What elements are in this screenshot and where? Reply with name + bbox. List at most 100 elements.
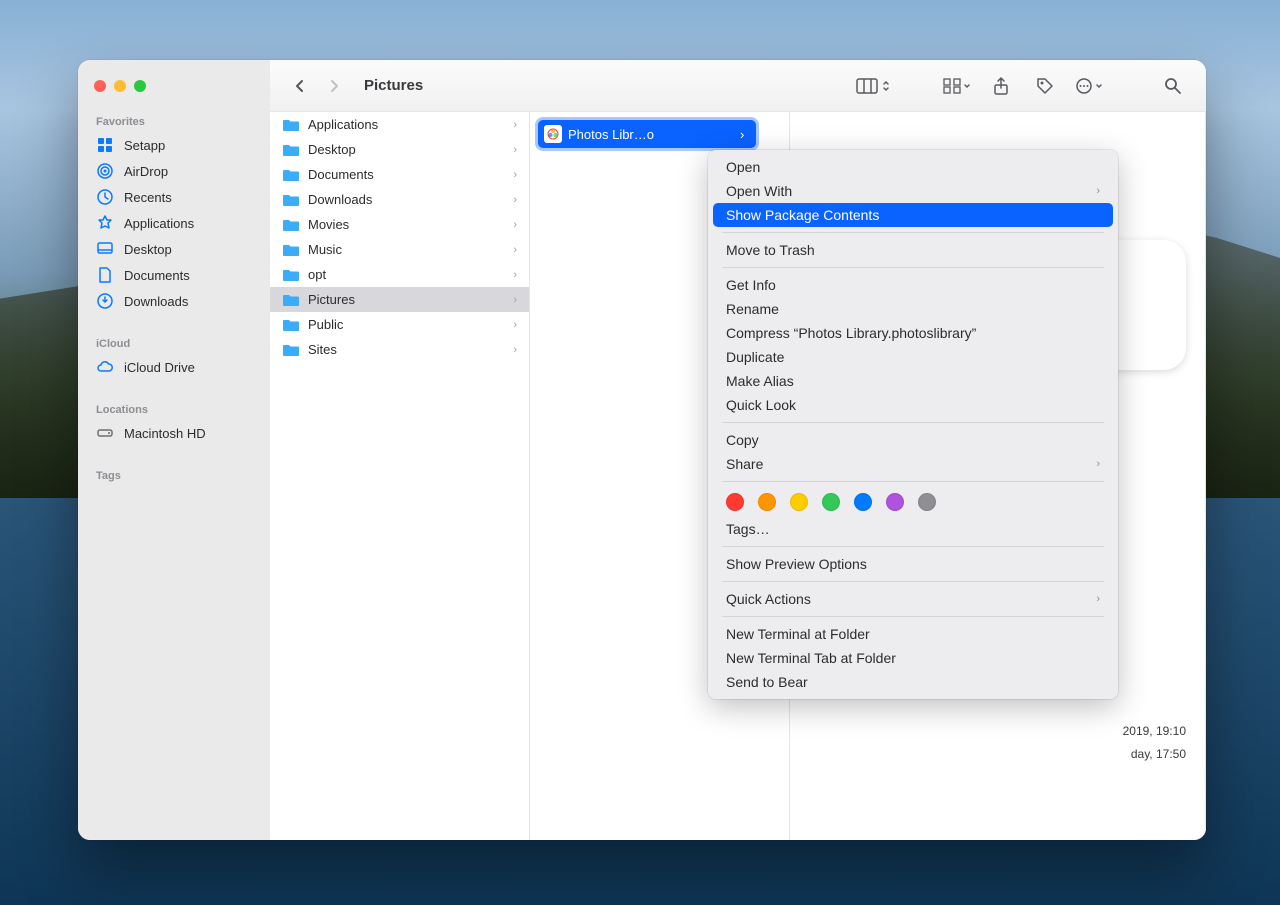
window-title: Pictures	[364, 77, 423, 94]
menu-duplicate[interactable]: Duplicate	[708, 345, 1118, 369]
sidebar-item-recents[interactable]: Recents	[78, 184, 270, 210]
sidebar-item-macintosh-hd[interactable]: Macintosh HD	[78, 420, 270, 446]
chevron-right-icon: ›	[1096, 185, 1100, 197]
tag-button[interactable]	[1028, 72, 1062, 100]
sidebar-item-label: AirDrop	[124, 164, 168, 179]
menu-quick-actions[interactable]: Quick Actions›	[708, 587, 1118, 611]
minimize-button[interactable]	[114, 80, 126, 92]
chevron-right-icon: ›	[513, 144, 517, 156]
group-button[interactable]	[940, 72, 974, 100]
sidebar-item-label: Recents	[124, 190, 172, 205]
menu-new-terminal-tab[interactable]: New Terminal Tab at Folder	[708, 646, 1118, 670]
tag-blue[interactable]	[854, 493, 872, 511]
sidebar-section-locations: Locations	[78, 400, 270, 420]
sidebar-section-favorites: Favorites	[78, 112, 270, 132]
folder-label: Desktop	[308, 142, 356, 157]
cloud-icon	[96, 358, 114, 376]
menu-separator	[722, 481, 1104, 482]
context-menu: Open Open With› Show Package Contents Mo…	[708, 150, 1118, 699]
sidebar-item-documents[interactable]: Documents	[78, 262, 270, 288]
folder-label: Downloads	[308, 192, 372, 207]
back-button[interactable]	[286, 72, 314, 100]
sidebar-item-icloud-drive[interactable]: iCloud Drive	[78, 354, 270, 380]
airdrop-icon	[96, 162, 114, 180]
chevron-right-icon: ›	[1096, 593, 1100, 605]
tag-purple[interactable]	[886, 493, 904, 511]
chevron-right-icon: ›	[1096, 458, 1100, 470]
folder-documents[interactable]: Documents ›	[270, 162, 529, 187]
folder-label: Music	[308, 242, 342, 257]
window-controls	[78, 72, 270, 106]
sidebar-item-label: Downloads	[124, 294, 188, 309]
menu-open-with[interactable]: Open With›	[708, 179, 1118, 203]
folder-applications[interactable]: Applications ›	[270, 112, 529, 137]
chevron-right-icon: ›	[513, 269, 517, 281]
folder-movies[interactable]: Movies›	[270, 212, 529, 237]
sidebar-item-setapp[interactable]: Setapp	[78, 132, 270, 158]
menu-get-info[interactable]: Get Info	[708, 273, 1118, 297]
menu-move-to-trash[interactable]: Move to Trash	[708, 238, 1118, 262]
view-columns-button[interactable]	[856, 72, 890, 100]
chevron-right-icon: ›	[513, 194, 517, 206]
sidebar-item-desktop[interactable]: Desktop	[78, 236, 270, 262]
sidebar-item-downloads[interactable]: Downloads	[78, 288, 270, 314]
menu-compress[interactable]: Compress “Photos Library.photoslibrary”	[708, 321, 1118, 345]
chevron-right-icon: ›	[513, 294, 517, 306]
menu-new-terminal[interactable]: New Terminal at Folder	[708, 622, 1118, 646]
file-label: Photos Libr…o	[568, 127, 654, 142]
folder-label: Sites	[308, 342, 337, 357]
menu-separator	[722, 232, 1104, 233]
chevron-right-icon: ›	[513, 169, 517, 181]
menu-separator	[722, 581, 1104, 582]
menu-show-package-contents[interactable]: Show Package Contents	[713, 203, 1113, 227]
chevron-right-icon: ›	[740, 127, 744, 142]
chevron-right-icon: ›	[513, 119, 517, 131]
search-button[interactable]	[1156, 72, 1190, 100]
folder-label: Documents	[308, 167, 374, 182]
tag-orange[interactable]	[758, 493, 776, 511]
tag-green[interactable]	[822, 493, 840, 511]
sidebar-item-label: Setapp	[124, 138, 165, 153]
tag-gray[interactable]	[918, 493, 936, 511]
sidebar-section-icloud: iCloud	[78, 334, 270, 354]
file-photos-library[interactable]: Photos Libr…o ›	[538, 120, 756, 148]
sidebar-item-label: Documents	[124, 268, 190, 283]
tag-red[interactable]	[726, 493, 744, 511]
menu-copy[interactable]: Copy	[708, 428, 1118, 452]
menu-make-alias[interactable]: Make Alias	[708, 369, 1118, 393]
menu-tag-colors	[708, 487, 1118, 517]
menu-share[interactable]: Share›	[708, 452, 1118, 476]
desktop-icon	[96, 240, 114, 258]
menu-rename[interactable]: Rename	[708, 297, 1118, 321]
share-button[interactable]	[984, 72, 1018, 100]
menu-show-preview-options[interactable]: Show Preview Options	[708, 552, 1118, 576]
folder-desktop[interactable]: Desktop ›	[270, 137, 529, 162]
toolbar: Pictures	[270, 60, 1206, 112]
document-icon	[96, 266, 114, 284]
sidebar-item-applications[interactable]: Applications	[78, 210, 270, 236]
forward-button[interactable]	[320, 72, 348, 100]
sidebar-item-airdrop[interactable]: AirDrop	[78, 158, 270, 184]
folder-label: Pictures	[308, 292, 355, 307]
menu-send-to-bear[interactable]: Send to Bear	[708, 670, 1118, 694]
applications-icon	[96, 214, 114, 232]
maximize-button[interactable]	[134, 80, 146, 92]
more-button[interactable]	[1072, 72, 1106, 100]
column-1: Applications › Desktop › Documents › Downlo…	[270, 112, 530, 840]
menu-separator	[722, 267, 1104, 268]
folder-label: Applications	[308, 117, 378, 132]
folder-sites[interactable]: Sites›	[270, 337, 529, 362]
folder-downloads[interactable]: Downloads ›	[270, 187, 529, 212]
menu-quick-look[interactable]: Quick Look	[708, 393, 1118, 417]
menu-open[interactable]: Open	[708, 155, 1118, 179]
folder-pictures[interactable]: Pictures ›	[270, 287, 529, 312]
close-button[interactable]	[94, 80, 106, 92]
menu-tags[interactable]: Tags…	[708, 517, 1118, 541]
tag-yellow[interactable]	[790, 493, 808, 511]
folder-music[interactable]: Music ›	[270, 237, 529, 262]
sidebar-item-label: Macintosh HD	[124, 426, 206, 441]
chevron-right-icon: ›	[513, 244, 517, 256]
folder-label: Movies	[308, 217, 349, 232]
folder-public[interactable]: Public›	[270, 312, 529, 337]
folder-opt[interactable]: opt›	[270, 262, 529, 287]
